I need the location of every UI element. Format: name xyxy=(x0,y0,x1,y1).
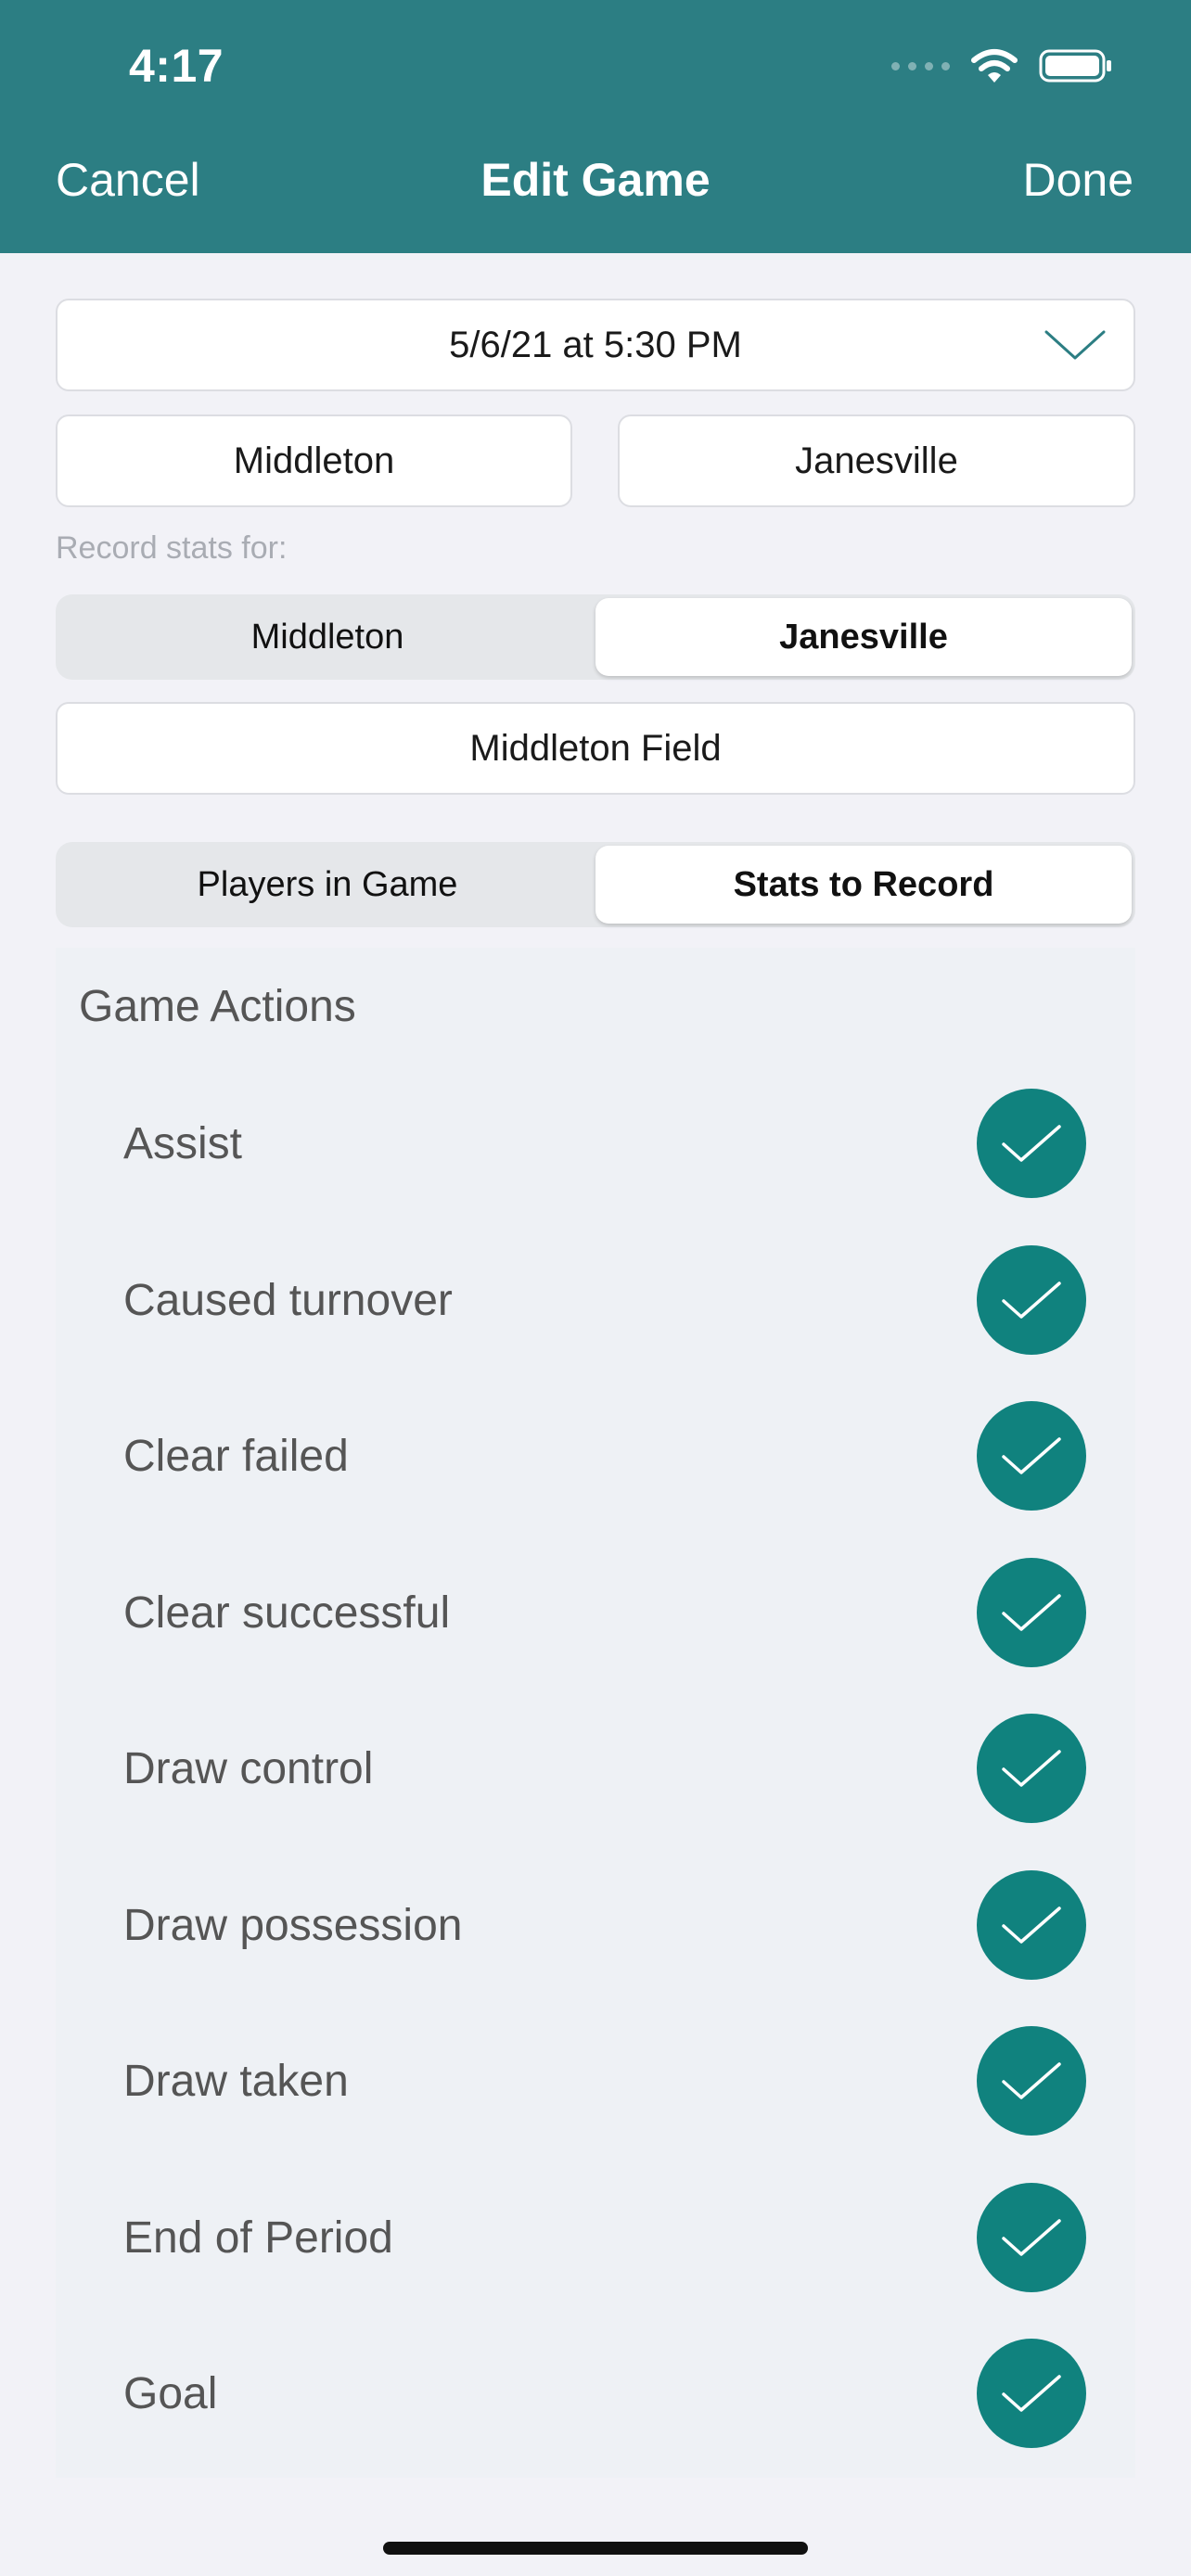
away-team-name: Janesville xyxy=(795,440,958,481)
action-label: Draw possession xyxy=(123,1900,463,1950)
list-item[interactable]: Clear successful xyxy=(56,1535,1135,1690)
venue-name: Middleton Field xyxy=(469,727,722,769)
action-label: Clear failed xyxy=(123,1431,349,1481)
list-item[interactable]: Draw taken xyxy=(56,2003,1135,2159)
game-tabs-segmented-control: Players in Game Stats to Record xyxy=(56,842,1135,927)
checkmark-icon[interactable] xyxy=(977,2183,1086,2292)
action-label: Clear successful xyxy=(123,1588,451,1638)
record-stats-label: Record stats for: xyxy=(56,530,288,566)
segment-record-janesville[interactable]: Janesville xyxy=(596,598,1132,676)
game-actions-list: Game Actions Assist Caused turnover Clea… xyxy=(56,948,1135,2478)
tab-players-in-game[interactable]: Players in Game xyxy=(59,846,596,924)
tab-stats-to-record[interactable]: Stats to Record xyxy=(596,846,1132,924)
list-item[interactable]: Draw control xyxy=(56,1690,1135,1846)
list-item[interactable]: End of Period xyxy=(56,2160,1135,2315)
list-item[interactable]: Draw possession xyxy=(56,1847,1135,2003)
list-item[interactable]: Assist xyxy=(56,1065,1135,1221)
action-label: Draw taken xyxy=(123,2056,349,2106)
action-label: Goal xyxy=(123,2368,218,2418)
done-button[interactable]: Done xyxy=(1022,153,1133,207)
home-team-field[interactable]: Middleton xyxy=(56,414,572,507)
checkmark-icon[interactable] xyxy=(977,2339,1086,2448)
list-item[interactable] xyxy=(56,2473,1135,2478)
battery-icon xyxy=(1039,49,1111,83)
checkmark-icon[interactable] xyxy=(977,1089,1086,1198)
away-team-field[interactable]: Janesville xyxy=(618,414,1135,507)
date-time-value: 5/6/21 at 5:30 PM xyxy=(449,324,742,365)
segment-record-middleton[interactable]: Middleton xyxy=(59,598,596,676)
cellular-signal-icon xyxy=(891,61,950,70)
action-label: End of Period xyxy=(123,2213,393,2263)
venue-field[interactable]: Middleton Field xyxy=(56,702,1135,795)
home-indicator xyxy=(383,2542,808,2555)
edit-game-screen: 4:17 Cancel Edit Game Done 5/6/21 at 5:3… xyxy=(0,0,1191,2576)
chevron-down-icon xyxy=(1044,330,1106,360)
home-team-name: Middleton xyxy=(233,440,395,481)
checkmark-icon[interactable] xyxy=(977,2026,1086,2136)
action-label: Assist xyxy=(123,1118,243,1168)
status-time: 4:17 xyxy=(129,40,224,92)
navigation-row: Cancel Edit Game Done xyxy=(0,153,1191,227)
list-item[interactable]: Caused turnover xyxy=(56,1222,1135,1378)
checkmark-icon[interactable] xyxy=(977,1870,1086,1980)
checkmark-icon[interactable] xyxy=(977,1558,1086,1667)
section-title: Game Actions xyxy=(79,982,356,1031)
checkmark-icon[interactable] xyxy=(977,1401,1086,1511)
list-item[interactable]: Goal xyxy=(56,2315,1135,2471)
header-bar: 4:17 Cancel Edit Game Done xyxy=(0,0,1191,253)
record-stats-segmented-control: Middleton Janesville xyxy=(56,594,1135,680)
checkmark-icon[interactable] xyxy=(977,1714,1086,1823)
status-icons xyxy=(891,43,1113,89)
list-item[interactable]: Clear failed xyxy=(56,1378,1135,1534)
date-time-picker[interactable]: 5/6/21 at 5:30 PM xyxy=(56,299,1135,391)
action-label: Draw control xyxy=(123,1743,374,1793)
wifi-icon xyxy=(971,49,1018,83)
checkmark-icon[interactable] xyxy=(977,1245,1086,1355)
page-title: Edit Game xyxy=(480,154,711,206)
action-label: Caused turnover xyxy=(123,1275,453,1325)
